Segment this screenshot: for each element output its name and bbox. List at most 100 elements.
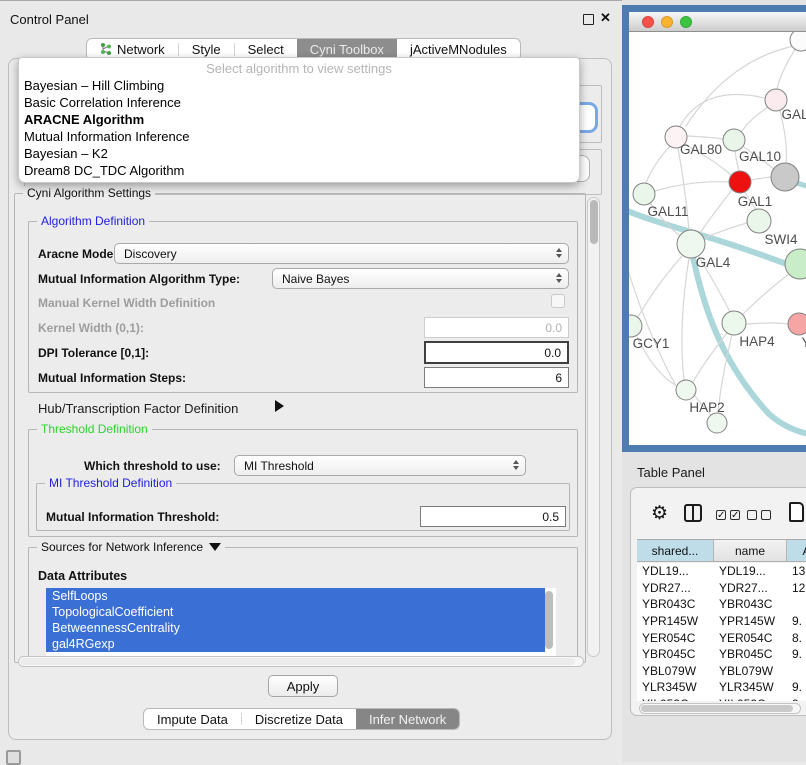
dropdown-item[interactable]: Bayesian – Hill Climbing bbox=[19, 77, 579, 94]
network-node-gal1[interactable] bbox=[729, 171, 751, 193]
expander-collapsed-icon[interactable] bbox=[275, 400, 284, 412]
table-cell: 13 bbox=[787, 564, 806, 578]
checkbox-empty-icon bbox=[761, 510, 771, 520]
table-panel-title: Table Panel bbox=[637, 465, 705, 480]
table-cell: YDR27... bbox=[637, 581, 714, 595]
network-node-gcy1[interactable] bbox=[629, 315, 642, 337]
network-canvas[interactable]: GALGAL80GAL10GAL1GAL11SWI4GAL4GCY1HAP4YH… bbox=[629, 32, 806, 451]
minimized-panel-icon[interactable] bbox=[6, 750, 21, 765]
float-window-icon[interactable] bbox=[583, 14, 594, 25]
table-row[interactable]: YDR27...YDR27...12 bbox=[637, 580, 806, 597]
dropdown-item[interactable]: Mutual Information Inference bbox=[19, 128, 579, 145]
network-node[interactable] bbox=[771, 163, 799, 191]
control-panel-title: Control Panel bbox=[10, 12, 89, 27]
mi-threshold-value: 0.5 bbox=[542, 510, 559, 524]
table-cell: YIL052C bbox=[637, 697, 714, 701]
table-row[interactable]: YIL052CYIL052C9 bbox=[637, 696, 806, 701]
table-row[interactable]: YBL079WYBL079W bbox=[637, 663, 806, 680]
minimize-traffic-icon[interactable] bbox=[661, 16, 673, 28]
network-node-gal4[interactable] bbox=[677, 230, 705, 258]
apply-button[interactable]: Apply bbox=[268, 675, 338, 697]
column-header-a[interactable]: A bbox=[787, 540, 806, 561]
tab-label: Impute Data bbox=[157, 712, 228, 727]
checked-boxes-icon[interactable]: ✓ ✓ bbox=[716, 510, 744, 520]
dropdown-item[interactable]: Basic Correlation Inference bbox=[19, 94, 579, 111]
attribute-item[interactable]: TopologicalCoefficient bbox=[46, 604, 545, 620]
dropdown-item[interactable]: ARACNE Algorithm bbox=[19, 111, 579, 128]
manual-kernel-width-label: Manual Kernel Width Definition bbox=[38, 296, 215, 310]
network-edge bbox=[693, 333, 727, 382]
which-threshold-combobox[interactable]: MI Threshold bbox=[234, 455, 526, 476]
network-edge bbox=[743, 272, 792, 314]
table-cell: YBR043C bbox=[714, 597, 787, 611]
mi-algorithm-type-combobox[interactable]: Naive Bayes bbox=[272, 268, 569, 289]
node-label: GAL80 bbox=[680, 142, 722, 157]
checkbox-checked-icon: ✓ bbox=[730, 510, 740, 520]
network-node-hap4[interactable] bbox=[722, 311, 746, 335]
kernel-width-field[interactable]: 0.0 bbox=[424, 317, 569, 338]
network-node-swi4[interactable] bbox=[747, 209, 771, 233]
dpi-tolerance-label: DPI Tolerance [0,1]: bbox=[38, 346, 149, 360]
table-cell: YER054C bbox=[714, 631, 787, 645]
dropdown-item[interactable]: Dream8 DC_TDC Algorithm bbox=[19, 162, 579, 179]
table-row[interactable]: YLR345WYLR345W9. bbox=[637, 679, 806, 696]
column-view-icon[interactable] bbox=[684, 504, 702, 522]
manual-kernel-width-checkbox[interactable] bbox=[551, 294, 565, 308]
network-edge bbox=[638, 256, 682, 317]
table-row[interactable]: YPR145WYPR145W9. bbox=[637, 613, 806, 630]
aracne-mode-combobox[interactable]: Discovery bbox=[114, 243, 569, 264]
gear-icon[interactable]: ⚙ bbox=[651, 502, 668, 525]
attributes-list-scrollbar-thumb[interactable] bbox=[545, 591, 553, 649]
unchecked-boxes-icon[interactable] bbox=[747, 510, 775, 520]
data-attributes-list[interactable]: SelfLoopsTopologicalCoefficientBetweenne… bbox=[46, 588, 556, 656]
document-icon[interactable] bbox=[789, 502, 804, 522]
aracne-mode-label: Aracne Mode: bbox=[38, 247, 117, 261]
network-node-hap2[interactable] bbox=[676, 380, 696, 400]
table-cell: YIL052C bbox=[714, 697, 787, 701]
table-row[interactable]: YBR045CYBR045C9. bbox=[637, 646, 806, 663]
network-window-titlebar[interactable] bbox=[629, 12, 806, 32]
table-row[interactable]: YBR043CYBR043C bbox=[637, 596, 806, 613]
table-row[interactable]: YER054CYER054C8. bbox=[637, 629, 806, 646]
network-edge bbox=[646, 146, 670, 183]
tab-impute-data[interactable]: Impute Data bbox=[144, 709, 241, 729]
network-node-gal10[interactable] bbox=[723, 129, 745, 151]
dpi-tolerance-value: 0.0 bbox=[544, 346, 561, 360]
tab-label: Infer Network bbox=[369, 712, 446, 727]
attribute-item[interactable]: SelfLoops bbox=[46, 588, 545, 604]
kernel-width-value: 0.0 bbox=[545, 321, 562, 335]
table-panel: ⚙ ✓ ✓ shared...nameA YDL19...YDL19...13Y… bbox=[630, 487, 806, 716]
column-header-name[interactable]: name bbox=[714, 540, 787, 561]
table-horizontal-scrollbar[interactable] bbox=[639, 703, 801, 714]
network-graph[interactable]: GALGAL80GAL10GAL1GAL11SWI4GAL4GCY1HAP4YH… bbox=[629, 32, 806, 451]
table-cell: YPR145W bbox=[637, 614, 714, 628]
dropdown-item[interactable]: Bayesian – K2 bbox=[19, 145, 579, 162]
dpi-tolerance-field[interactable]: 0.0 bbox=[424, 341, 569, 364]
attribute-item[interactable]: gal4RGexp bbox=[46, 636, 545, 652]
mi-steps-field[interactable]: 6 bbox=[424, 367, 569, 388]
network-node-gal11[interactable] bbox=[633, 183, 655, 205]
zoom-traffic-icon[interactable] bbox=[680, 16, 692, 28]
table-row[interactable]: YDL19...YDL19...13 bbox=[637, 563, 806, 580]
table-horizontal-scrollbar-thumb[interactable] bbox=[641, 705, 793, 712]
settings-vertical-scrollbar[interactable] bbox=[587, 197, 600, 657]
column-header-shared-[interactable]: shared... bbox=[637, 540, 714, 561]
network-node-y[interactable] bbox=[788, 313, 806, 335]
mi-threshold-field[interactable]: 0.5 bbox=[420, 506, 566, 527]
network-node[interactable] bbox=[707, 413, 727, 433]
network-view-window[interactable]: GALGAL80GAL10GAL1GAL11SWI4GAL4GCY1HAP4YH… bbox=[622, 5, 806, 452]
close-traffic-icon[interactable] bbox=[642, 16, 654, 28]
table-cell: 12 bbox=[787, 581, 806, 595]
close-icon[interactable]: ✕ bbox=[600, 10, 611, 26]
hub-expander-label[interactable]: Hub/Transcription Factor Definition bbox=[38, 401, 238, 416]
algorithm-dropdown-popup: Select algorithm to view settings Bayesi… bbox=[18, 57, 580, 183]
settings-horizontal-scrollbar[interactable] bbox=[18, 656, 584, 667]
tab-discretize-data[interactable]: Discretize Data bbox=[242, 709, 356, 729]
settings-horizontal-scrollbar-thumb[interactable] bbox=[20, 658, 575, 665]
sources-title: Sources for Network Inference bbox=[41, 540, 203, 554]
attribute-item[interactable]: BetweennessCentrality bbox=[46, 620, 545, 636]
expander-expanded-icon[interactable] bbox=[209, 543, 221, 551]
network-node[interactable] bbox=[790, 32, 806, 51]
tab-infer-network[interactable]: Infer Network bbox=[356, 709, 459, 729]
settings-vertical-scrollbar-thumb[interactable] bbox=[590, 200, 598, 244]
